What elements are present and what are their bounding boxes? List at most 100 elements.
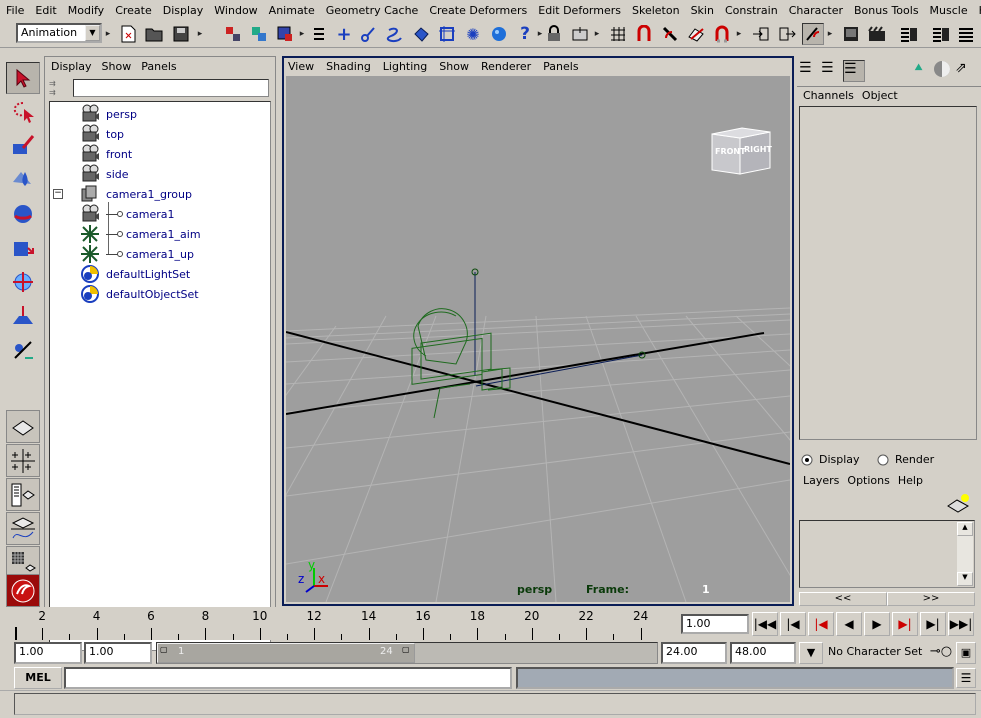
outliner-menu-display[interactable]: Display bbox=[51, 60, 92, 73]
menu-animate[interactable]: Animate bbox=[269, 4, 315, 17]
outliner-item-camera1-aim[interactable]: camera1_aim bbox=[80, 224, 201, 244]
viewport-menu-lighting[interactable]: Lighting bbox=[383, 60, 427, 73]
menu-create[interactable]: Create bbox=[115, 4, 152, 17]
layer-menu-options[interactable]: Options bbox=[847, 474, 889, 487]
channel-box-menu-object[interactable]: Object bbox=[862, 89, 898, 102]
menu-muscle[interactable]: Muscle bbox=[930, 4, 968, 17]
view-cube[interactable]: FRONT RIGHT bbox=[710, 124, 772, 176]
menu-create-deformers[interactable]: Create Deformers bbox=[429, 4, 527, 17]
select-joints-icon[interactable] bbox=[358, 23, 380, 45]
menu-display[interactable]: Display bbox=[163, 4, 204, 17]
outliner-search-input[interactable] bbox=[73, 79, 269, 97]
collapse-handle-icon[interactable]: ▸ bbox=[106, 24, 111, 44]
paint-select-icon[interactable] bbox=[6, 130, 40, 162]
select-component-icon[interactable] bbox=[274, 23, 296, 45]
display-layer-radio[interactable]: Display bbox=[801, 453, 860, 466]
collapse-handle-icon[interactable]: ▸ bbox=[300, 24, 305, 44]
select-hierarchy-icon[interactable] bbox=[222, 23, 244, 45]
scroll-up-icon[interactable]: ▲ bbox=[957, 522, 973, 536]
layer-menu-help[interactable]: Help bbox=[898, 474, 923, 487]
snap-to-curves-icon[interactable] bbox=[633, 23, 655, 45]
outliner-menu-panels[interactable]: Panels bbox=[141, 60, 176, 73]
scroll-layers-right-button[interactable]: >> bbox=[887, 592, 975, 606]
outliner-item-defaultobjectset[interactable]: defaultObjectSet bbox=[80, 284, 199, 304]
menu-window[interactable]: Window bbox=[214, 4, 257, 17]
construction-history-icon[interactable] bbox=[802, 23, 824, 45]
output-connections-icon[interactable] bbox=[776, 23, 798, 45]
script-language-toggle[interactable]: MEL bbox=[14, 667, 62, 689]
shading-toggle-icon[interactable] bbox=[933, 60, 953, 80]
step-back-key-icon[interactable]: |◀ bbox=[780, 612, 806, 636]
collapse-handle-icon[interactable]: ▸ bbox=[828, 24, 833, 44]
snap-to-grid-icon[interactable] bbox=[607, 23, 629, 45]
make-live-icon[interactable] bbox=[711, 23, 733, 45]
time-slider[interactable]: 2 4 6 8 10 12 14 16 18 20 22 24 bbox=[14, 607, 678, 640]
help-icon[interactable]: ? bbox=[514, 23, 536, 45]
script-editor-icon[interactable]: ☰ bbox=[956, 668, 976, 688]
select-dynamics-icon[interactable]: ✺ bbox=[462, 23, 484, 45]
snap-to-points-icon[interactable] bbox=[659, 23, 681, 45]
input-connections-icon[interactable] bbox=[750, 23, 772, 45]
viewport-menu-renderer[interactable]: Renderer bbox=[481, 60, 531, 73]
step-forward-frame-icon[interactable]: ▶| bbox=[892, 612, 918, 636]
range-slider-handle[interactable]: ▢ 1 24 ▢ bbox=[157, 643, 415, 663]
render-layer-radio[interactable]: Render bbox=[877, 453, 934, 466]
range-handle-right-icon[interactable]: ▢ bbox=[402, 645, 410, 654]
collapse-handle-icon[interactable]: ▸ bbox=[595, 24, 600, 44]
playback-end-field[interactable]: 24.00 bbox=[661, 642, 727, 664]
viewport-menu-show[interactable]: Show bbox=[439, 60, 469, 73]
menu-bonus-tools[interactable]: Bonus Tools bbox=[854, 4, 919, 17]
go-to-start-icon[interactable]: |◀◀ bbox=[752, 612, 778, 636]
menu-skin[interactable]: Skin bbox=[691, 4, 714, 17]
character-set-dropdown-icon[interactable]: ▼ bbox=[799, 642, 823, 664]
chevron-down-icon[interactable]: ▼ bbox=[85, 25, 100, 41]
render-globals-icon[interactable] bbox=[930, 23, 952, 45]
create-layer-icon[interactable] bbox=[945, 492, 973, 516]
soft-modification-icon[interactable] bbox=[6, 300, 40, 332]
select-object-icon[interactable] bbox=[248, 23, 270, 45]
outliner-item-side[interactable]: side bbox=[80, 164, 129, 184]
render-current-frame-icon[interactable] bbox=[866, 23, 888, 45]
open-scene-icon[interactable] bbox=[143, 23, 165, 45]
ipr-render-icon[interactable] bbox=[898, 23, 920, 45]
render-settings-icon[interactable] bbox=[956, 23, 978, 45]
step-forward-key-icon[interactable]: ▶| bbox=[920, 612, 946, 636]
channel-box-toggle-icon[interactable]: ☰ bbox=[799, 60, 819, 80]
scroll-down-icon[interactable]: ▼ bbox=[957, 572, 973, 586]
outliner-item-defaultlightset[interactable]: defaultLightSet bbox=[80, 264, 190, 284]
select-handles-icon[interactable]: + bbox=[333, 23, 355, 45]
rotate-tool-icon[interactable] bbox=[6, 198, 40, 230]
go-to-end-icon[interactable]: ▶▶| bbox=[948, 612, 974, 636]
layer-menu-layers[interactable]: Layers bbox=[803, 474, 839, 487]
scale-tool-icon[interactable] bbox=[6, 232, 40, 264]
snap-to-view-planes-icon[interactable] bbox=[685, 23, 707, 45]
outliner-item-top[interactable]: top bbox=[80, 124, 124, 144]
channel-box-menu-channels[interactable]: Channels bbox=[803, 89, 854, 102]
menu-edit-deformers[interactable]: Edit Deformers bbox=[538, 4, 621, 17]
new-scene-icon[interactable] bbox=[117, 23, 139, 45]
render-view-icon[interactable] bbox=[840, 23, 862, 45]
menu-constrain[interactable]: Constrain bbox=[725, 4, 778, 17]
range-handle-left-icon[interactable]: ▢ bbox=[160, 645, 168, 654]
scroll-layers-left-button[interactable]: << bbox=[799, 592, 887, 606]
attribute-editor-toggle-icon[interactable]: ☰ bbox=[821, 60, 841, 80]
outliner-item-persp[interactable]: persp bbox=[80, 104, 137, 124]
menu-modify[interactable]: Modify bbox=[68, 4, 104, 17]
four-view-layout-icon[interactable] bbox=[6, 444, 40, 477]
menu-set-dropdown[interactable]: Animation ▼ bbox=[16, 23, 102, 43]
menu-file[interactable]: File bbox=[6, 4, 24, 17]
move-tool-icon[interactable] bbox=[6, 164, 40, 196]
channel-layer-toggle-icon[interactable]: ☰ bbox=[843, 60, 865, 82]
manipulator-toggle-icon[interactable]: ⇗ bbox=[955, 60, 975, 80]
universal-manipulator-icon[interactable] bbox=[6, 266, 40, 298]
select-rendering-icon[interactable] bbox=[488, 23, 510, 45]
range-slider-track[interactable]: ▢ 1 24 ▢ bbox=[156, 642, 658, 664]
command-input[interactable] bbox=[64, 667, 512, 689]
character-set-label[interactable]: No Character Set bbox=[826, 642, 924, 664]
outliner-menu-show[interactable]: Show bbox=[102, 60, 132, 73]
outliner-item-camera1[interactable]: camera1 bbox=[80, 204, 175, 224]
outliner-item-camera1-group[interactable]: camera1_group bbox=[80, 184, 192, 204]
show-manipulator-icon[interactable] bbox=[6, 334, 40, 366]
lock-selection-icon[interactable] bbox=[543, 23, 565, 45]
layer-list-scrollbar[interactable]: ▲ ▼ bbox=[957, 522, 973, 586]
